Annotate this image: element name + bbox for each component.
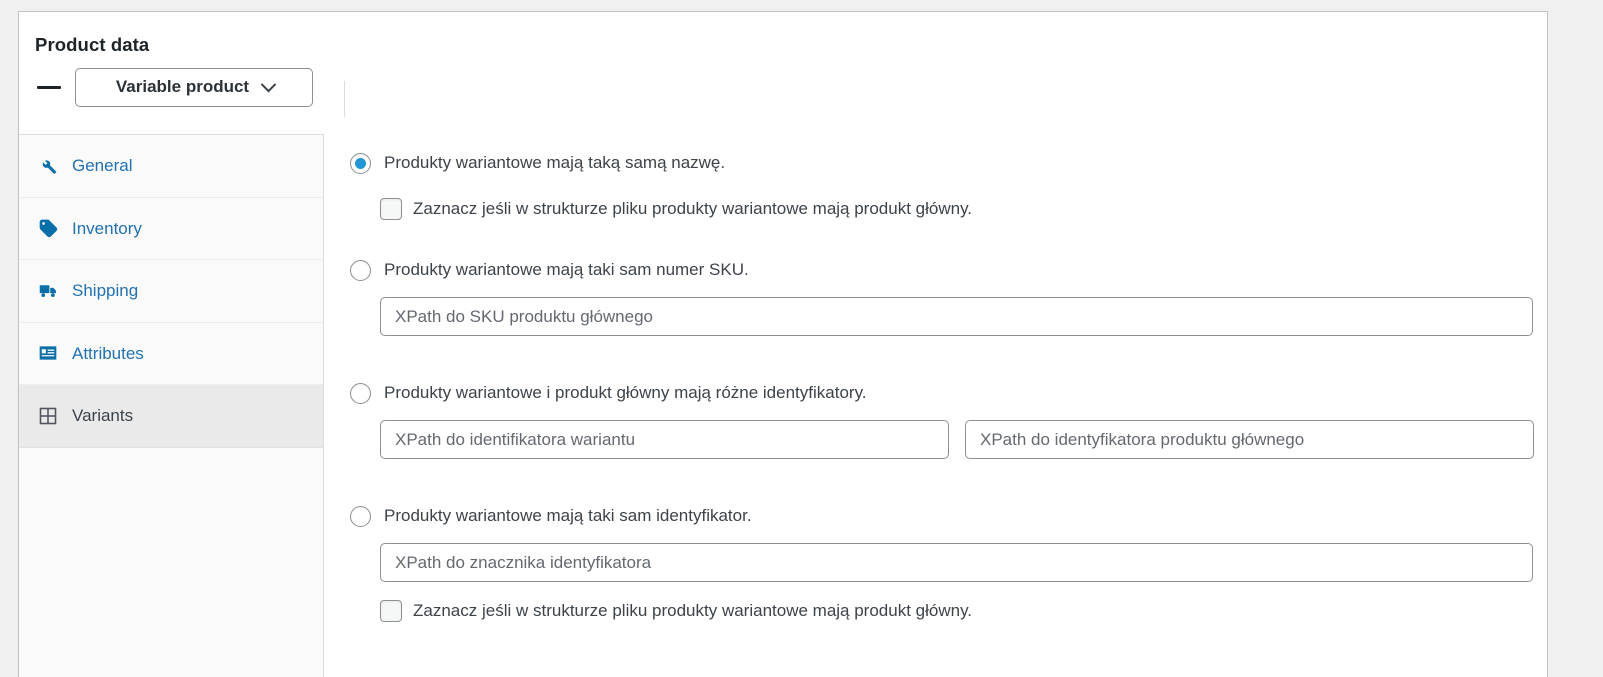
panel-header: Product data Variable product	[19, 12, 1547, 107]
sidebar-item-inventory[interactable]: Inventory	[19, 198, 323, 260]
radio-label-same-identifier[interactable]: Produkty wariantowe mają taki sam identy…	[384, 505, 752, 527]
sidebar-item-shipping[interactable]: Shipping	[19, 260, 323, 323]
sidebar-item-general[interactable]: General	[19, 135, 323, 198]
radio-label-same-sku[interactable]: Produkty wariantowe mają taki sam numer …	[384, 259, 749, 281]
product-data-tabs: General Inventory Shipping Attributes Va…	[19, 134, 324, 677]
product-type-row: Variable product	[35, 67, 1547, 107]
checkbox-same-name-parent[interactable]	[380, 198, 402, 220]
sidebar-item-label: Attributes	[72, 343, 144, 363]
option-group-same-name: Produkty wariantowe mają taką samą nazwę…	[324, 149, 1547, 223]
radio-row-same-name[interactable]: Produkty wariantowe mają taką samą nazwę…	[324, 149, 1547, 177]
page-title: Product data	[35, 34, 150, 55]
radio-label-different-identifiers[interactable]: Produkty wariantowe i produkt główny maj…	[384, 382, 867, 404]
option-group-same-identifier: Produkty wariantowe mają taki sam identy…	[324, 502, 1547, 622]
panel-body: General Inventory Shipping Attributes Va…	[19, 134, 1547, 677]
minimize-dash-icon[interactable]	[37, 85, 61, 89]
identifier-marker-xpath-input[interactable]	[380, 543, 1533, 582]
checkbox-row-same-identifier-parent[interactable]: Zaznacz jeśli w strukturze pliku produkt…	[324, 597, 1547, 625]
radio-same-sku[interactable]	[350, 259, 371, 281]
radio-same-identifier[interactable]	[350, 505, 371, 527]
sku-xpath-input[interactable]	[380, 297, 1533, 336]
chevron-down-icon	[260, 76, 277, 93]
truck-icon	[37, 280, 59, 302]
parent-identifier-xpath-input[interactable]	[965, 420, 1534, 459]
radio-label-same-name[interactable]: Produkty wariantowe mają taką samą nazwę…	[384, 152, 725, 174]
radio-row-different-identifiers[interactable]: Produkty wariantowe i produkt główny maj…	[324, 379, 1547, 407]
tag-icon	[37, 217, 59, 239]
radio-row-same-identifier[interactable]: Produkty wariantowe mają taki sam identy…	[324, 502, 1547, 530]
product-data-panel: Product data Variable product General In…	[18, 11, 1548, 677]
option-group-different-identifiers: Produkty wariantowe i produkt główny maj…	[324, 379, 1547, 459]
sidebar-item-variants[interactable]: Variants	[19, 385, 323, 448]
header-divider	[344, 81, 345, 117]
option-group-same-sku: Produkty wariantowe mają taki sam numer …	[324, 256, 1547, 336]
sidebar-item-label: Inventory	[72, 218, 142, 238]
radio-same-name[interactable]	[350, 152, 371, 174]
checkbox-same-identifier-parent[interactable]	[380, 600, 402, 622]
variant-identifier-xpath-input[interactable]	[380, 420, 949, 459]
sidebar-item-label: General	[72, 156, 133, 176]
product-type-label: Variable product	[115, 77, 250, 97]
sidebar-item-label: Variants	[72, 406, 134, 426]
variants-tab-content: Produkty wariantowe mają taką samą nazwę…	[324, 134, 1547, 677]
sidebar-item-label: Shipping	[72, 281, 139, 301]
checkbox-label-same-name-parent[interactable]: Zaznacz jeśli w strukturze pliku produkt…	[413, 199, 972, 219]
sidebar-item-attributes[interactable]: Attributes	[19, 323, 323, 385]
radio-row-same-sku[interactable]: Produkty wariantowe mają taki sam numer …	[324, 256, 1547, 284]
wrench-icon	[37, 155, 59, 177]
radio-different-identifiers[interactable]	[350, 382, 371, 404]
list-view-icon	[37, 342, 59, 364]
checkbox-row-same-name-parent[interactable]: Zaznacz jeśli w strukturze pliku produkt…	[324, 195, 1547, 223]
product-type-select[interactable]: Variable product	[75, 67, 313, 107]
grid-icon	[37, 405, 59, 427]
checkbox-label-same-identifier-parent[interactable]: Zaznacz jeśli w strukturze pliku produkt…	[413, 601, 972, 621]
